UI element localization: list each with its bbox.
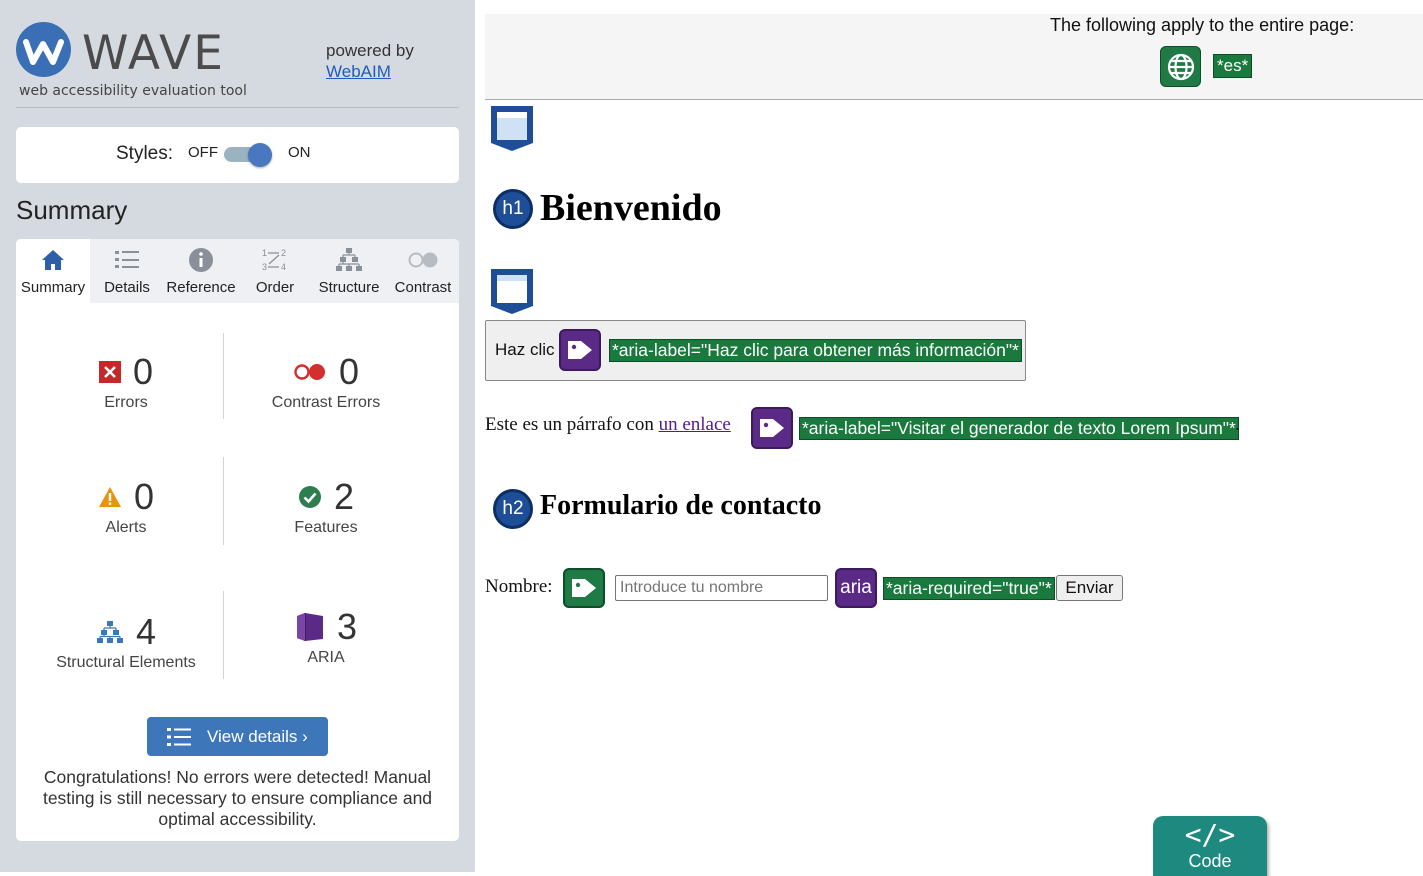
language-globe-icon[interactable] (1160, 46, 1201, 87)
feature-check-icon (298, 486, 321, 508)
main-region-icon[interactable] (489, 268, 535, 314)
list-icon (167, 727, 191, 746)
features-label: Features (294, 519, 358, 536)
structure-stat-icon (96, 621, 123, 643)
aria-required-note: *aria-required="true"* (883, 577, 1055, 600)
name-input[interactable]: Introduce tu nombre (615, 575, 828, 601)
powered-by-text: powered by (326, 41, 414, 60)
stat-contrast-errors[interactable]: 0 Contrast Errors (231, 351, 421, 412)
svg-text:2: 2 (281, 248, 286, 258)
paragraph-suffix: . (1235, 414, 1240, 435)
tab-details-label: Details (104, 279, 150, 296)
form-label-nombre: Nombre: (485, 576, 553, 597)
code-label: Code (1188, 851, 1232, 871)
tab-summary-label: Summary (20, 279, 86, 296)
language-note: *es* (1213, 54, 1253, 78)
summary-panel: Summary Details Reference 1 2 3 4 Order Str… (16, 239, 459, 841)
aria-count: 3 (336, 606, 358, 647)
stat-divider (223, 591, 224, 679)
order-icon: 1 2 3 4 (262, 248, 286, 272)
tab-reference[interactable]: Reference (164, 239, 238, 303)
aria-required-icon[interactable]: aria (835, 568, 877, 608)
svg-text:1: 1 (262, 248, 267, 258)
page-apply-text: The following apply to the entire page: (1050, 15, 1355, 35)
paragraph-link[interactable]: un enlace (659, 414, 731, 435)
svg-text:3: 3 (262, 262, 267, 272)
aria-label-tag-icon[interactable] (751, 407, 793, 449)
stat-divider (223, 333, 224, 419)
errors-count: 0 (132, 351, 154, 392)
h1-icon[interactable]: h1 (493, 189, 533, 229)
paragraph-prefix: Este es un párrafo con (485, 414, 654, 435)
wave-logo-word: WAVE (82, 26, 225, 81)
tab-order-label: Order (255, 279, 295, 296)
contrast-error-icon (294, 364, 325, 380)
page-level-bar: The following apply to the entire page: … (485, 14, 1423, 100)
aria-label-note: *aria-label="Haz clic para obtener más i… (609, 339, 1022, 362)
tab-order[interactable]: 1 2 3 4 Order (238, 239, 312, 303)
features-count: 2 (333, 476, 355, 517)
congrats-message: Congratulations! No errors were detected… (42, 767, 433, 829)
h2-icon[interactable]: h2 (493, 489, 533, 529)
alerts-count: 0 (133, 476, 155, 517)
aria-label-tag-icon[interactable] (559, 329, 601, 371)
wave-tagline: web accessibility evaluation tool (19, 83, 247, 99)
alerts-label: Alerts (105, 519, 147, 536)
view-details-button[interactable]: View details › (147, 717, 328, 756)
webaim-link[interactable]: WebAIM (326, 62, 391, 81)
paragraph: Este es un párrafo con un enlace (485, 414, 731, 436)
heading-bienvenido: Bienvenido (540, 187, 722, 229)
svg-text:4: 4 (281, 262, 286, 272)
tab-structure[interactable]: Structure (312, 239, 386, 303)
toggle-knob (248, 143, 272, 167)
list-icon (115, 251, 139, 268)
tab-contrast-label: Contrast (394, 279, 452, 296)
powered-by: powered by WebAIM (326, 40, 414, 82)
styles-toggle[interactable] (224, 143, 274, 167)
tab-summary[interactable]: Summary (16, 239, 90, 303)
summary-title: Summary (16, 195, 128, 225)
header-region-icon[interactable] (489, 105, 535, 151)
wave-sidebar: WAVE web accessibility evaluation tool p… (0, 0, 475, 872)
aria-label: ARIA (307, 649, 345, 666)
heading-formulario: Formulario de contacto (540, 490, 822, 521)
tab-details[interactable]: Details (90, 239, 164, 303)
contrast-icon (408, 252, 438, 268)
home-icon (42, 250, 64, 270)
wave-logo-icon (16, 22, 71, 77)
stat-structural[interactable]: 4 Structural Elements (31, 611, 221, 672)
info-icon (189, 248, 213, 272)
form-label-tag-icon[interactable] (563, 568, 605, 608)
divider (16, 107, 459, 108)
code-toggle-button[interactable]: </> Code (1153, 816, 1267, 876)
code-icon: </> (1184, 818, 1236, 851)
stat-divider (223, 457, 224, 545)
evaluated-page: The following apply to the entire page: … (475, 0, 1423, 876)
stat-features[interactable]: 2 Features (231, 476, 421, 537)
alert-icon (98, 487, 121, 507)
view-details-label: View details › (207, 726, 308, 746)
contrast-errors-count: 0 (338, 351, 360, 392)
tab-structure-label: Structure (318, 279, 380, 296)
haz-clic-label: Haz clic (495, 340, 555, 359)
stat-aria[interactable]: 3 ARIA (231, 606, 421, 667)
enviar-button[interactable]: Enviar (1056, 575, 1123, 601)
stat-alerts[interactable]: 0 Alerts (31, 476, 221, 537)
stat-errors[interactable]: 0 Errors (31, 351, 221, 412)
structural-label: Structural Elements (56, 654, 196, 671)
styles-off-label: OFF (188, 144, 218, 161)
aria-label-note-link: *aria-label="Visitar el generador de tex… (799, 417, 1239, 440)
styles-toggle-box: Styles: OFF ON (16, 127, 459, 183)
tab-reference-label: Reference (166, 279, 236, 296)
styles-on-label: ON (288, 144, 311, 161)
structure-icon (336, 248, 362, 271)
aria-cube-icon (296, 613, 323, 641)
error-icon (98, 361, 121, 383)
tab-bar: Summary Details Reference 1 2 3 4 Order Str… (16, 239, 459, 303)
tab-contrast[interactable]: Contrast (386, 239, 459, 303)
errors-label: Errors (104, 394, 148, 411)
contrast-errors-label: Contrast Errors (271, 394, 381, 411)
styles-label: Styles: (116, 143, 174, 164)
structural-count: 4 (135, 611, 157, 652)
